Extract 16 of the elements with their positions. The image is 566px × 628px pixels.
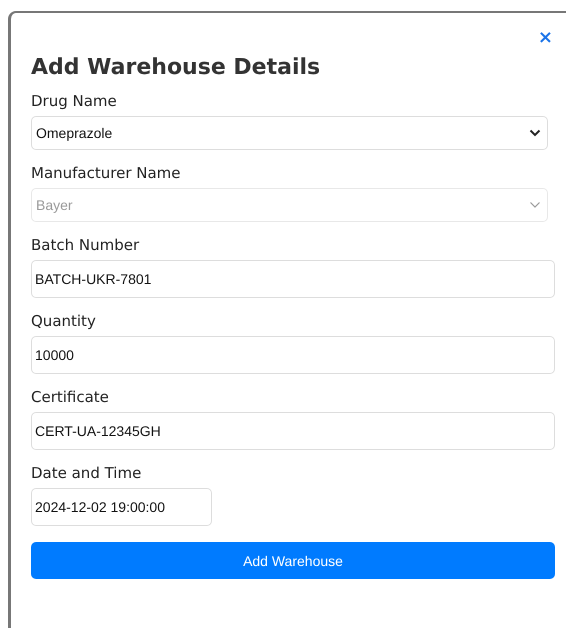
dialog-title: Add Warehouse Details <box>31 54 322 82</box>
field-label: Certificate <box>31 387 110 407</box>
input-field[interactable]: BATCH-UKR-7801 <box>31 260 555 298</box>
caret-icon <box>529 129 541 137</box>
submit-button[interactable]: Add Warehouse <box>31 542 555 579</box>
field-label: Quantity <box>31 311 97 331</box>
input-field[interactable]: CERT-UA-12345GH <box>31 412 555 450</box>
field-label: Drug Name <box>31 91 118 111</box>
close-button[interactable]: × <box>536 27 555 49</box>
field-label: Date and Time <box>31 463 142 483</box>
caret-icon <box>529 201 541 209</box>
input-field[interactable]: 10000 <box>31 336 555 374</box>
dropdown-field[interactable]: Omeprazole <box>31 116 548 150</box>
field-label: Batch Number <box>31 235 140 255</box>
field-label: Manufacturer Name <box>31 163 182 183</box>
date-field[interactable]: 2024-12-02 19:00:00 <box>31 488 212 526</box>
